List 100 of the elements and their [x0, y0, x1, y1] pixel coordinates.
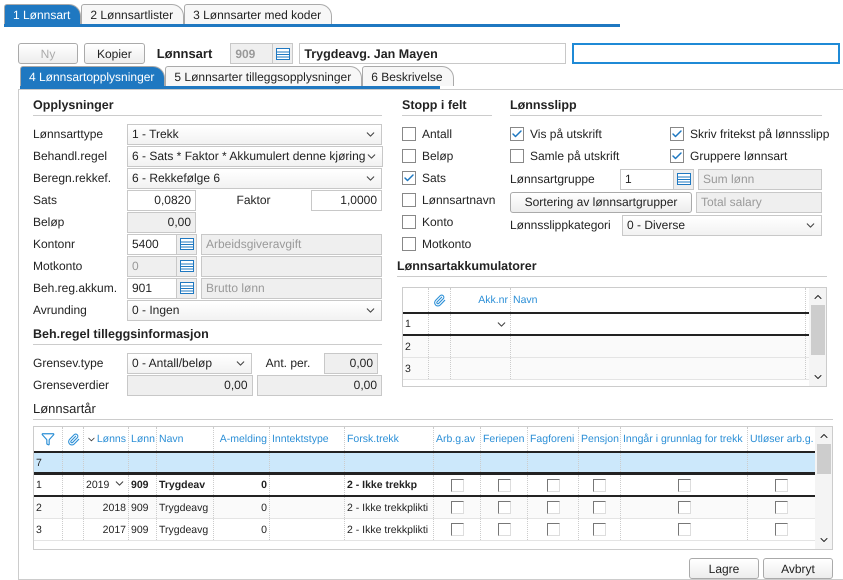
- copy-button[interactable]: Kopier: [84, 43, 145, 64]
- list-icon[interactable]: [180, 238, 194, 250]
- input-field[interactable]: 5400: [127, 234, 177, 254]
- name-field[interactable]: Trygdeavg. Jan Mayen: [299, 43, 566, 64]
- input-field: 0,00: [256, 374, 382, 396]
- filter-icon[interactable]: [41, 432, 55, 446]
- lookup-button[interactable]: [273, 43, 294, 64]
- checkbox-label: Lønnsartnavn: [422, 193, 496, 207]
- input-field[interactable]: 1: [620, 168, 674, 190]
- table-cell: 909: [129, 519, 157, 540]
- checkbox[interactable]: [510, 127, 524, 141]
- input-field: 0,00: [324, 352, 378, 374]
- checkbox[interactable]: [678, 523, 690, 536]
- sort-button[interactable]: Sortering av lønnsartgrupper: [510, 192, 692, 212]
- tab[interactable]: 2 Lønnsartlister: [81, 4, 184, 24]
- scrollbar[interactable]: [815, 427, 832, 549]
- checkbox[interactable]: [678, 478, 690, 492]
- checkbox[interactable]: [593, 501, 606, 514]
- search-field[interactable]: [572, 43, 840, 64]
- field-label: Grensev.type: [33, 356, 104, 370]
- checkbox[interactable]: [593, 523, 606, 536]
- section-heading: Stopp i felt: [402, 96, 492, 116]
- checkbox[interactable]: [546, 523, 560, 536]
- list-icon[interactable]: [676, 173, 690, 185]
- tab[interactable]: 5 Lønnsarter tilleggsopplysninger: [165, 66, 362, 86]
- checkbox[interactable]: [402, 171, 416, 185]
- row-number: 1: [34, 475, 63, 495]
- checkbox[interactable]: [450, 501, 464, 514]
- checkbox[interactable]: [498, 523, 510, 536]
- column-header[interactable]: Inntektstype: [270, 427, 345, 451]
- column-header[interactable]: Navn: [511, 288, 806, 312]
- checkbox[interactable]: [678, 501, 690, 514]
- tab[interactable]: 1 Lønnsart: [4, 4, 82, 24]
- lookup-button[interactable]: [177, 256, 197, 276]
- field-label: Beløp: [33, 215, 66, 229]
- column-header[interactable]: Forsk.trekk: [345, 427, 434, 451]
- checkbox-label: Sats: [422, 171, 446, 185]
- row-number: 1: [403, 314, 429, 334]
- column-header[interactable]: Lønns: [84, 427, 129, 451]
- dropdown[interactable]: 0 - Diverse: [622, 214, 822, 236]
- dropdown[interactable]: 0 - Ingen: [127, 300, 382, 320]
- column-header[interactable]: Akk.nr: [451, 288, 511, 312]
- column-header[interactable]: Lønn: [129, 427, 157, 451]
- dropdown[interactable]: 0 - Antall/beløp: [127, 352, 252, 374]
- column-header[interactable]: Pensjon: [579, 427, 621, 451]
- checkbox[interactable]: [450, 478, 464, 492]
- dropdown[interactable]: 6 - Rekkefølge 6: [127, 168, 382, 188]
- checkbox[interactable]: [402, 127, 416, 141]
- list-icon[interactable]: [180, 260, 194, 272]
- checkbox[interactable]: [402, 193, 416, 207]
- dropdown[interactable]: 1 - Trekk: [127, 124, 382, 144]
- section-heading: Lønnsslipp: [510, 96, 822, 116]
- checkbox[interactable]: [775, 501, 788, 514]
- column-header[interactable]: Navn: [157, 427, 214, 451]
- field-label: Behandl.regel: [33, 149, 108, 163]
- lookup-button[interactable]: [674, 168, 694, 190]
- checkbox[interactable]: [546, 478, 560, 492]
- paperclip-icon[interactable]: [433, 294, 446, 306]
- checkbox[interactable]: [402, 149, 416, 163]
- table-cell: Trygdeavg: [157, 519, 214, 540]
- checkbox[interactable]: [498, 478, 510, 492]
- tab[interactable]: 4 Lønnsartopplysninger: [20, 66, 166, 86]
- checkbox[interactable]: [510, 149, 524, 163]
- column-header[interactable]: A-melding: [214, 427, 270, 451]
- table-cell: 909: [129, 497, 157, 518]
- checkbox[interactable]: [402, 215, 416, 229]
- field-label: Lønnsslippkategori: [510, 218, 612, 232]
- input-field[interactable]: 901: [127, 278, 177, 298]
- scroll-thumb[interactable]: [810, 305, 824, 355]
- lookup-button[interactable]: [177, 234, 197, 254]
- scrollbar[interactable]: [809, 288, 826, 386]
- checkbox[interactable]: [546, 501, 560, 514]
- dropdown[interactable]: 6 - Sats * Faktor * Akkumulert denne kjøring: [127, 146, 384, 166]
- list-icon[interactable]: [276, 48, 290, 60]
- scroll-thumb[interactable]: [816, 444, 830, 474]
- lookup-button[interactable]: [177, 278, 197, 298]
- tab[interactable]: 6 Beskrivelse: [362, 66, 454, 86]
- dialog-button[interactable]: Lagre: [689, 558, 759, 579]
- column-header[interactable]: Inngår i grunnlag for trekk: [621, 427, 748, 451]
- dialog-button[interactable]: Avbryt: [763, 558, 833, 579]
- paperclip-icon[interactable]: [66, 432, 80, 446]
- table-cell: 2 - Ikke trekkp: [345, 475, 434, 495]
- table-cell: 2 - Ikke trekkplikti: [345, 497, 434, 518]
- checkbox[interactable]: [775, 478, 788, 492]
- checkbox[interactable]: [670, 127, 684, 141]
- checkbox[interactable]: [402, 237, 416, 251]
- list-icon[interactable]: [180, 282, 194, 294]
- column-header[interactable]: Arb.g.av: [434, 427, 481, 451]
- input-field[interactable]: 0,0820: [127, 190, 196, 210]
- checkbox[interactable]: [775, 523, 788, 536]
- checkbox[interactable]: [498, 501, 510, 514]
- checkbox[interactable]: [593, 478, 606, 492]
- column-header[interactable]: Fagforeni: [528, 427, 579, 451]
- row-number: 7: [34, 453, 63, 472]
- column-header[interactable]: Feriepen: [481, 427, 528, 451]
- input-field[interactable]: 1,0000: [311, 190, 382, 210]
- checkbox[interactable]: [450, 523, 464, 536]
- description-field: Arbeidsgiveravgift: [201, 234, 382, 254]
- tab[interactable]: 3 Lønnsarter med koder: [184, 4, 332, 24]
- checkbox[interactable]: [670, 149, 684, 163]
